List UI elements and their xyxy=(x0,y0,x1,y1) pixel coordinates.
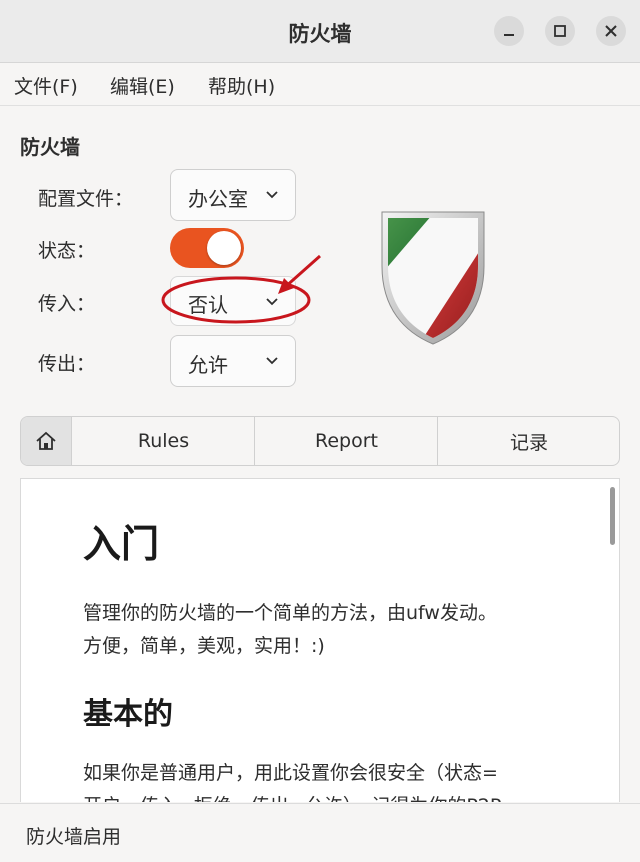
tab-home[interactable] xyxy=(21,417,71,465)
section-title: 防火墙 xyxy=(20,135,80,159)
status-bar: 防火墙启用 xyxy=(0,803,640,862)
tab-bar: Rules Report 记录 xyxy=(20,416,620,466)
home-icon xyxy=(36,431,56,450)
minimize-icon xyxy=(504,34,514,36)
app-window: 防火墙 文件(F) 编辑(E) 帮助(H) 防火墙 配置文件： 办公室 状态： … xyxy=(0,0,640,862)
help-paragraph-line: 如果你是普通用户，用此设置你会很安全（状态= xyxy=(83,762,498,784)
tab-log[interactable]: 记录 xyxy=(437,417,619,465)
toggle-knob xyxy=(207,231,241,265)
help-heading: 入门 xyxy=(83,522,160,566)
chevron-down-icon xyxy=(266,357,278,365)
minimize-button[interactable] xyxy=(494,16,524,46)
incoming-label: 传入： xyxy=(38,293,96,315)
outgoing-dropdown[interactable]: 允许 xyxy=(170,335,296,387)
outgoing-value: 允许 xyxy=(188,353,228,377)
outgoing-label: 传出： xyxy=(38,353,96,375)
tab-report[interactable]: Report xyxy=(254,417,438,465)
menu-bar: 文件(F) 编辑(E) 帮助(H) xyxy=(0,63,640,106)
profile-dropdown[interactable]: 办公室 xyxy=(170,169,296,221)
menu-edit[interactable]: 编辑(E) xyxy=(110,72,175,99)
profile-label: 配置文件： xyxy=(38,188,134,210)
help-paragraph-line: 管理你的防火墙的一个简单的方法，由ufw发动。 xyxy=(83,602,497,624)
status-label: 状态： xyxy=(38,240,96,262)
maximize-button[interactable] xyxy=(545,16,575,46)
close-icon xyxy=(605,25,617,37)
window-title: 防火墙 xyxy=(288,22,352,46)
help-view[interactable]: 入门 管理你的防火墙的一个简单的方法，由ufw发动。 方便，简单，美观，实用！:… xyxy=(20,478,620,802)
annotation-arrow xyxy=(278,254,321,294)
close-button[interactable] xyxy=(596,16,626,46)
menu-help[interactable]: 帮助(H) xyxy=(208,72,275,99)
chevron-down-icon xyxy=(266,191,278,199)
tab-rules[interactable]: Rules xyxy=(71,417,255,465)
status-toggle[interactable] xyxy=(170,228,244,268)
help-paragraph-line: 方便，简单，美观，实用！:) xyxy=(83,635,325,657)
shield-logo xyxy=(381,211,485,345)
profile-value: 办公室 xyxy=(188,187,248,211)
maximize-icon xyxy=(554,25,566,37)
scrollbar-thumb[interactable] xyxy=(610,487,615,545)
menu-file[interactable]: 文件(F) xyxy=(14,72,78,99)
help-subheading: 基本的 xyxy=(83,697,173,732)
title-bar[interactable]: 防火墙 xyxy=(0,0,640,63)
help-paragraph-line: 开启，传入=拒绝，传出=允许）。记得为你的P2P xyxy=(83,790,501,802)
status-text: 防火墙启用 xyxy=(26,826,122,848)
